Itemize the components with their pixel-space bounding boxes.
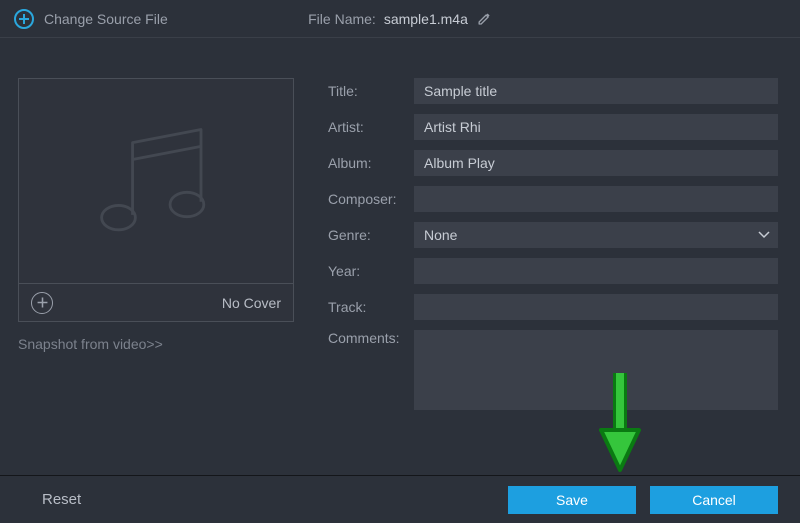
composer-label: Composer: (328, 191, 414, 207)
cover-art-placeholder (19, 79, 293, 284)
file-name-value: sample1.m4a (384, 11, 468, 27)
genre-label: Genre: (328, 227, 414, 243)
genre-select[interactable] (414, 222, 778, 248)
track-input[interactable] (414, 294, 778, 320)
year-label: Year: (328, 263, 414, 279)
comments-textarea[interactable] (414, 330, 778, 410)
file-name-label: File Name: (308, 11, 376, 27)
album-label: Album: (328, 155, 414, 171)
title-input[interactable] (414, 78, 778, 104)
track-label: Track: (328, 299, 414, 315)
cancel-button[interactable]: Cancel (650, 486, 778, 514)
artist-input[interactable] (414, 114, 778, 140)
music-note-icon (81, 107, 231, 257)
reset-button[interactable]: Reset (22, 487, 101, 512)
no-cover-label: No Cover (222, 295, 281, 311)
change-source-file-label: Change Source File (44, 11, 168, 27)
snapshot-from-video-link[interactable]: Snapshot from video>> (18, 336, 294, 352)
file-name-display: File Name: sample1.m4a (308, 11, 492, 27)
artist-label: Artist: (328, 119, 414, 135)
save-button[interactable]: Save (508, 486, 636, 514)
plus-circle-icon (14, 9, 34, 29)
title-label: Title: (328, 83, 414, 99)
comments-label: Comments: (328, 330, 414, 346)
edit-file-name-icon[interactable] (476, 11, 492, 27)
change-source-file-button[interactable]: Change Source File (14, 9, 168, 29)
cover-art-box: No Cover (18, 78, 294, 322)
album-input[interactable] (414, 150, 778, 176)
add-cover-button[interactable] (31, 292, 53, 314)
year-input[interactable] (414, 258, 778, 284)
composer-input[interactable] (414, 186, 778, 212)
